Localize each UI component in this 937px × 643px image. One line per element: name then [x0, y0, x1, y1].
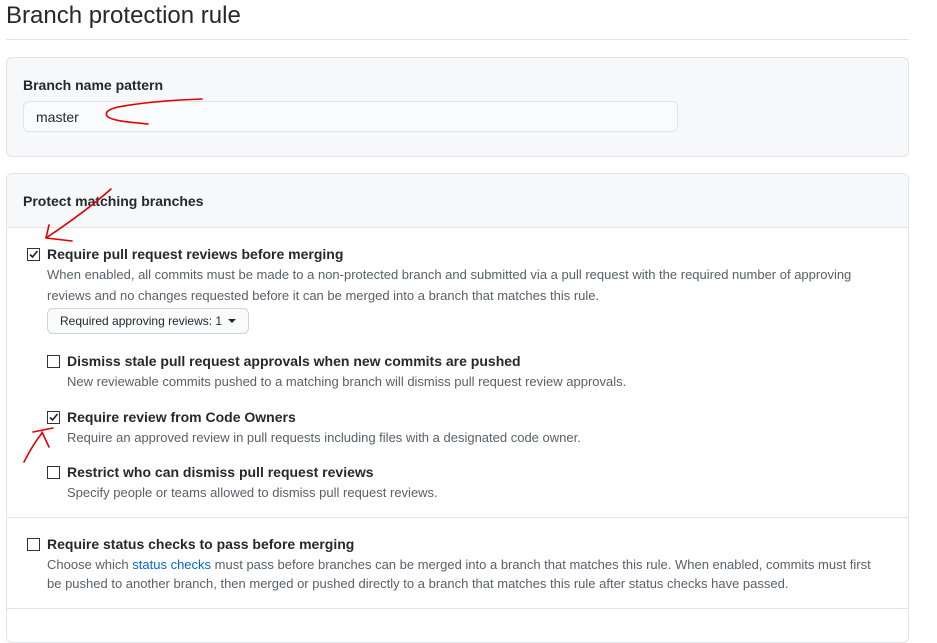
protect-header: Protect matching branches	[7, 174, 908, 228]
code-owners-checkbox[interactable]	[47, 411, 60, 424]
branch-pattern-panel: Branch name pattern	[6, 57, 909, 157]
protect-header-title: Protect matching branches	[23, 193, 204, 209]
status-checks-checkbox[interactable]	[27, 538, 40, 551]
dismiss-stale-label[interactable]: Dismiss stale pull request approvals whe…	[67, 353, 521, 369]
checkmark-icon	[29, 250, 39, 259]
code-owners-desc: Require an approved review in pull reque…	[67, 430, 581, 445]
required-approving-reviews-label: Required approving reviews: 1	[60, 314, 223, 328]
required-approving-reviews-select[interactable]: Required approving reviews: 1	[47, 308, 250, 334]
status-checks-label[interactable]: Require status checks to pass before mer…	[47, 536, 354, 552]
require-reviews-label[interactable]: Require pull request reviews before merg…	[47, 246, 343, 262]
status-checks-desc-rest: must pass before branches can be merged …	[211, 557, 871, 572]
status-checks-link[interactable]: status checks	[132, 557, 211, 572]
restrict-dismiss-desc: Specify people or teams allowed to dismi…	[67, 485, 438, 500]
page-title: Branch protection rule	[6, 2, 241, 29]
code-owners-label[interactable]: Require review from Code Owners	[67, 409, 296, 425]
restrict-dismiss-checkbox[interactable]	[47, 466, 60, 479]
section-divider	[7, 517, 908, 518]
branch-pattern-input[interactable]	[23, 101, 678, 132]
require-reviews-checkbox[interactable]	[27, 248, 40, 261]
dismiss-stale-desc: New reviewable commits pushed to a match…	[67, 374, 627, 389]
branch-pattern-label: Branch name pattern	[23, 77, 164, 93]
restrict-dismiss-label[interactable]: Restrict who can dismiss pull request re…	[67, 464, 374, 480]
require-reviews-desc-line1: When enabled, all commits must be made t…	[47, 267, 852, 282]
checkmark-icon	[49, 413, 59, 422]
section-divider-bottom	[7, 608, 908, 609]
status-checks-desc-prefix: Choose which	[47, 557, 133, 572]
dismiss-stale-checkbox[interactable]	[47, 355, 60, 368]
caret-down-icon	[228, 319, 237, 323]
protect-branches-panel: Protect matching branches Require pull r…	[6, 173, 909, 643]
status-checks-desc-line2: be pushed to another branch, then merged…	[47, 576, 789, 591]
status-checks-desc-line1: Choose which status checks must pass bef…	[47, 554, 871, 575]
require-reviews-desc-line2: reviews and no changes requested before …	[47, 288, 600, 303]
title-divider	[6, 39, 909, 40]
